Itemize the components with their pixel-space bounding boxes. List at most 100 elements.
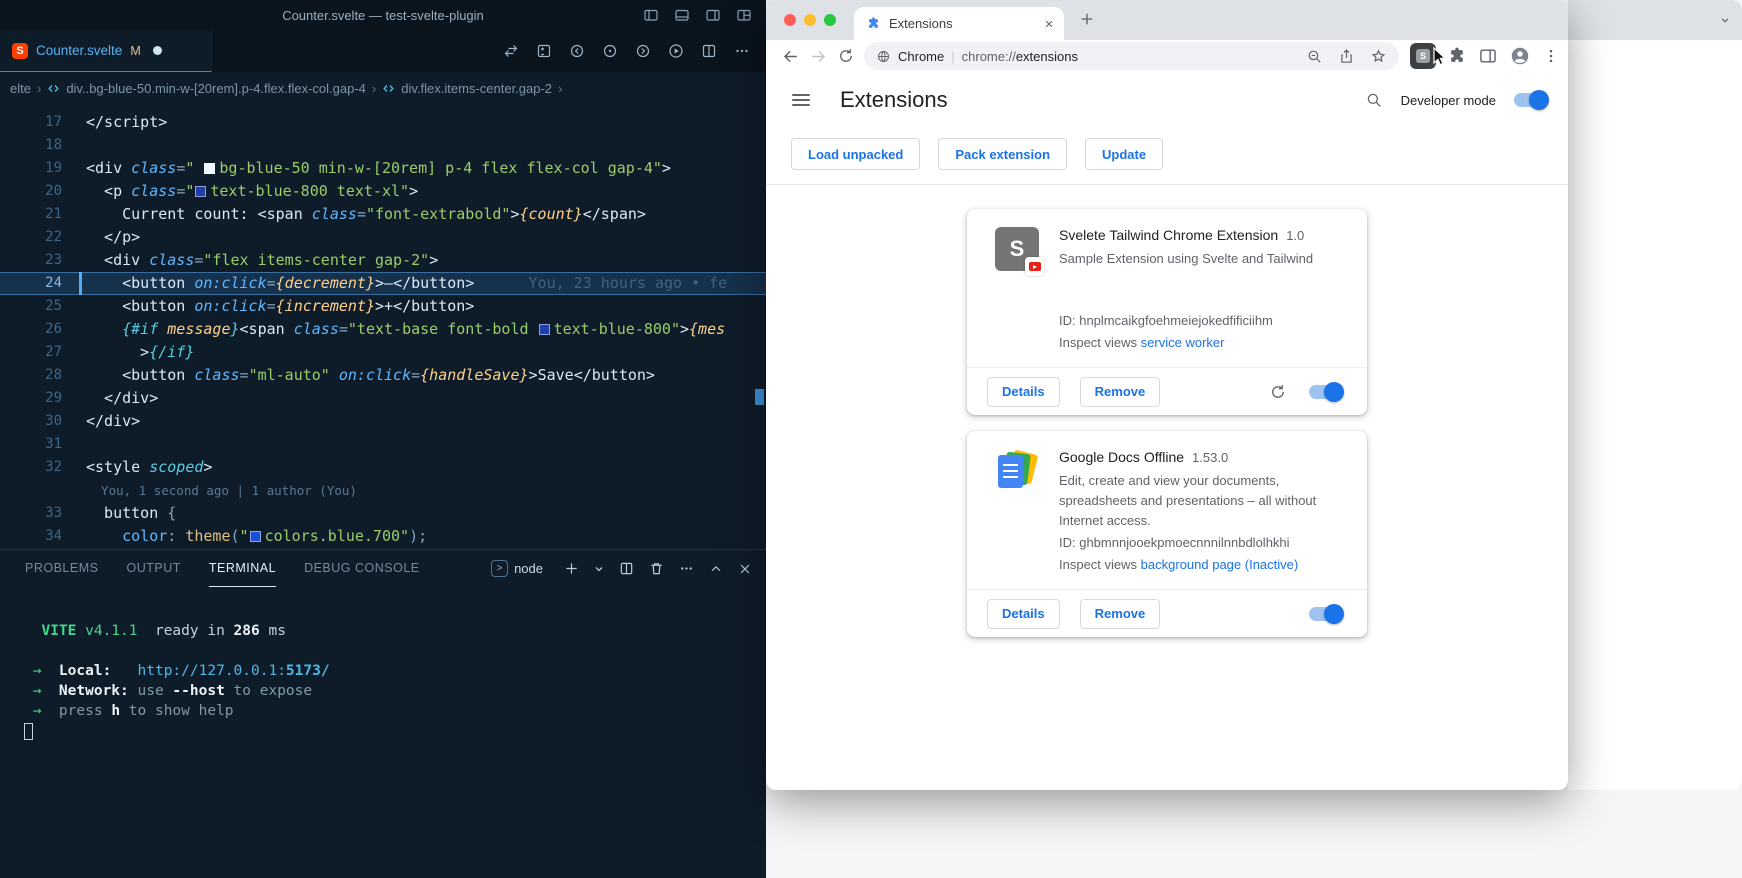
- code-line[interactable]: 29 </div>: [0, 387, 766, 410]
- inspect-service-worker-link[interactable]: service worker: [1141, 335, 1225, 350]
- open-changes-icon[interactable]: [536, 43, 552, 59]
- toggle-panel-icon[interactable]: [674, 7, 690, 23]
- code-line[interactable]: 27 >{/if}: [0, 341, 766, 364]
- terminal-output[interactable]: VITE v4.1.1 ready in 286 ms → Local: htt…: [0, 587, 766, 741]
- side-panel-icon[interactable]: [1478, 46, 1498, 66]
- profile-avatar[interactable]: [1509, 45, 1531, 67]
- new-terminal-icon[interactable]: [564, 561, 579, 576]
- remove-button[interactable]: Remove: [1080, 599, 1161, 629]
- terminal-dropdown-icon[interactable]: [594, 564, 604, 574]
- reload-extension-icon[interactable]: [1269, 383, 1287, 401]
- bookmark-star-icon[interactable]: [1370, 48, 1387, 65]
- new-tab-button[interactable]: [1078, 10, 1096, 28]
- run-icon[interactable]: [668, 43, 684, 59]
- line-number: 30: [0, 410, 62, 433]
- maximize-panel-icon[interactable]: [709, 562, 723, 576]
- codelens-row[interactable]: You, 1 second ago | 1 author (You): [0, 479, 766, 502]
- chrome-menu-icon[interactable]: [1542, 47, 1560, 65]
- line-number: 27: [0, 341, 62, 364]
- zoom-icon[interactable]: [1306, 48, 1323, 65]
- code-line[interactable]: 19<div class=" bg-blue-50 min-w-[20rem] …: [0, 157, 766, 180]
- panel-tab-output[interactable]: OUTPUT: [126, 550, 180, 587]
- code-line[interactable]: 34 color: theme("colors.blue.700");: [0, 525, 766, 548]
- panel-tab-problems[interactable]: PROBLEMS: [25, 550, 98, 587]
- overview-ruler[interactable]: [752, 105, 766, 549]
- details-button[interactable]: Details: [987, 599, 1060, 629]
- load-unpacked-button[interactable]: Load unpacked: [791, 138, 920, 170]
- toggle-secondary-sidebar-icon[interactable]: [705, 7, 721, 23]
- close-panel-icon[interactable]: [738, 562, 752, 576]
- tab-title: Extensions: [889, 16, 1034, 31]
- panel-header: PROBLEMS OUTPUT TERMINAL DEBUG CONSOLE > no…: [0, 550, 766, 587]
- code-line[interactable]: 32<style scoped>: [0, 456, 766, 479]
- kill-terminal-icon[interactable]: [649, 561, 664, 576]
- tab-counter-svelte[interactable]: S Counter.svelte M: [0, 30, 212, 72]
- back-icon[interactable]: [776, 42, 804, 70]
- code-line[interactable]: 24 <button on:click={decrement}>—</butto…: [0, 272, 766, 295]
- terminal-instance-node[interactable]: > node: [491, 560, 543, 577]
- breadcrumb-file-segment[interactable]: elte: [10, 81, 31, 96]
- extension-name: Svelete Tailwind Chrome Extension: [1059, 227, 1278, 243]
- previous-change-icon[interactable]: [569, 43, 585, 59]
- code-line[interactable]: 23 <div class="flex items-center gap-2">: [0, 249, 766, 272]
- minimize-window-button[interactable]: [804, 14, 816, 26]
- code-line[interactable]: 30</div>: [0, 410, 766, 433]
- tailwind-color-swatch-icon: [539, 324, 550, 335]
- breadcrumb-div-segment-2[interactable]: div.flex.items-center.gap-2: [401, 81, 552, 96]
- split-terminal-icon[interactable]: [619, 561, 634, 576]
- inspect-background-page-link[interactable]: background page (Inactive): [1141, 557, 1299, 572]
- next-change-icon[interactable]: [635, 43, 651, 59]
- reload-icon[interactable]: [832, 42, 860, 70]
- zoom-window-button[interactable]: [824, 14, 836, 26]
- browser-tab-extensions[interactable]: Extensions: [854, 7, 1064, 40]
- panel-tab-debug-console[interactable]: DEBUG CONSOLE: [304, 550, 420, 587]
- extensions-puzzle-icon[interactable]: [1447, 46, 1467, 66]
- code-line[interactable]: 22 </p>: [0, 226, 766, 249]
- breadcrumb: elte › div..bg-blue-50.min-w-[20rem].p-4…: [0, 72, 766, 105]
- panel-more-icon[interactable]: [679, 561, 694, 576]
- pack-extension-button[interactable]: Pack extension: [938, 138, 1067, 170]
- vscode-window-title: Counter.svelte — test-svelte-plugin: [282, 8, 484, 23]
- tab-label: Counter.svelte: [36, 43, 122, 58]
- developer-mode-toggle[interactable]: [1514, 93, 1548, 107]
- code-line[interactable]: 25 <button on:click={increment}>+</butto…: [0, 295, 766, 318]
- more-actions-icon[interactable]: [734, 43, 750, 59]
- extension-enabled-toggle[interactable]: [1309, 385, 1343, 399]
- address-bar[interactable]: Chrome | chrome://extensions: [864, 42, 1399, 70]
- search-icon[interactable]: [1365, 91, 1383, 109]
- compare-changes-icon[interactable]: [503, 43, 519, 59]
- code-line[interactable]: 21 Current count: <span class="font-extr…: [0, 203, 766, 226]
- pinned-extension-icon[interactable]: S: [1410, 43, 1436, 69]
- code-line[interactable]: 20 <p class="text-blue-800 text-xl">: [0, 180, 766, 203]
- code-lines: 17</script>1819<div class=" bg-blue-50 m…: [0, 111, 766, 548]
- split-editor-icon[interactable]: [701, 43, 717, 59]
- card-footer: Details Remove: [967, 589, 1367, 637]
- code-line[interactable]: 33 button {: [0, 502, 766, 525]
- terminal-line: VITE v4.1.1 ready in 286 ms: [24, 621, 766, 641]
- forward-icon[interactable]: [804, 42, 832, 70]
- unsaved-dot-icon[interactable]: [153, 46, 162, 55]
- panel-tab-terminal[interactable]: TERMINAL: [209, 550, 276, 587]
- code-line[interactable]: 18: [0, 134, 766, 157]
- site-info-icon[interactable]: [876, 49, 891, 64]
- menu-hamburger-icon[interactable]: [792, 94, 810, 106]
- update-button[interactable]: Update: [1085, 138, 1163, 170]
- vscode-titlebar: Counter.svelte — test-svelte-plugin: [0, 0, 766, 30]
- change-indicator-icon[interactable]: [602, 43, 618, 59]
- code-editor[interactable]: 17</script>1819<div class=" bg-blue-50 m…: [0, 105, 766, 549]
- code-line[interactable]: 17</script>: [0, 111, 766, 134]
- extension-enabled-toggle[interactable]: [1309, 607, 1343, 621]
- code-line[interactable]: 31: [0, 433, 766, 456]
- close-window-button[interactable]: [784, 14, 796, 26]
- code-line[interactable]: 26 {#if message}<span class="text-base f…: [0, 318, 766, 341]
- tab-search-chevron-icon[interactable]: [1718, 13, 1732, 27]
- details-button[interactable]: Details: [987, 377, 1060, 407]
- toggle-primary-sidebar-icon[interactable]: [643, 7, 659, 23]
- breadcrumb-div-segment-1[interactable]: div..bg-blue-50.min-w-[20rem].p-4.flex.f…: [66, 81, 366, 96]
- customize-layout-icon[interactable]: [736, 7, 752, 23]
- tab-close-icon[interactable]: [1042, 17, 1056, 31]
- code-line[interactable]: 28 <button class="ml-auto" on:click={han…: [0, 364, 766, 387]
- share-icon[interactable]: [1338, 48, 1355, 65]
- remove-button[interactable]: Remove: [1080, 377, 1161, 407]
- extension-description: Sample Extension using Svelte and Tailwi…: [1059, 249, 1347, 313]
